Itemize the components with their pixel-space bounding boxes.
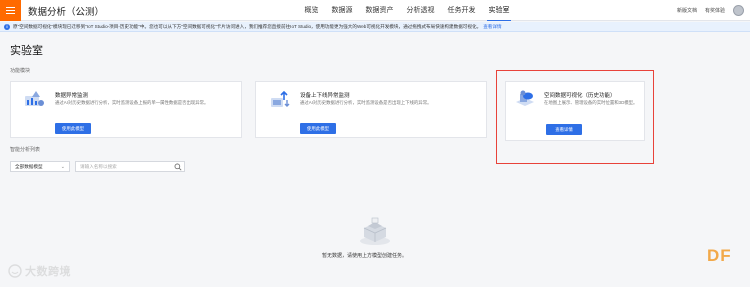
device-status-icon: [271, 90, 290, 107]
card-description: 通过AI对历史数据进行分析，实时监测设备上报的单一属性数据是否出现异常。: [55, 100, 209, 105]
info-icon: i: [4, 23, 10, 30]
nav-analysis-pivot[interactable]: 分析透视: [400, 0, 441, 21]
page-title: 实验室: [10, 45, 43, 57]
analytics-icon: [25, 91, 44, 106]
card-anomaly-detection: 数据异常监测 通过AI对历史数据进行分析，实时监测设备上报的单一属性数据是否出现…: [10, 81, 242, 138]
main-nav: 概览 数据源 数据资产 分析透视 任务开发 实验室: [298, 0, 516, 21]
notice-text: 原"空间数据可视化"模块现已迁移到"IoT Studio-项目-历史功能"中。您…: [13, 23, 482, 29]
app-title: 数据分析（公测）: [28, 7, 105, 18]
nav-data-source[interactable]: 数据源: [325, 0, 359, 21]
nav-data-assets[interactable]: 数据资产: [359, 0, 400, 21]
nav-lab[interactable]: 实验室: [482, 0, 516, 21]
empty-box-icon: [360, 217, 390, 245]
model-filter-select[interactable]: 全部数据模型 ⌄: [10, 161, 70, 172]
watermark-logo-icon: [8, 264, 22, 278]
chevron-down-icon: ⌄: [60, 164, 65, 170]
nav-task-development[interactable]: 任务开发: [441, 0, 482, 21]
notice-banner: i 原"空间数据可视化"模块现已迁移到"IoT Studio-项目-历史功能"中…: [0, 22, 750, 32]
search-box: [75, 161, 185, 172]
watermark-left-text: 大数跨境: [25, 266, 71, 278]
avatar[interactable]: [733, 5, 744, 16]
notice-details-link[interactable]: 查看详情: [483, 24, 501, 30]
empty-state-text: 暂无数据，请使用上方模型创建任务。: [322, 253, 408, 259]
top-bar: 数据分析（公测） 概览 数据源 数据资产 分析透视 任务开发 实验室 新版文档 …: [0, 0, 750, 21]
nav-overview[interactable]: 概览: [298, 0, 325, 21]
card-title: 设备上下线异常监测: [300, 93, 350, 99]
header-actions: 新版文档 有奖体验: [677, 0, 744, 21]
section-feature-label: 功能模块: [10, 68, 31, 74]
search-input[interactable]: [76, 162, 172, 171]
watermark-right: DF: [707, 246, 732, 265]
highlight-box: [496, 70, 654, 164]
card-description: 通过AI对历史数据进行分析，实时监测设备是否出现上下线的异常。: [300, 100, 432, 105]
card-title: 数据异常监测: [55, 93, 89, 99]
use-model-button[interactable]: 使用此模型: [300, 123, 336, 134]
feedback-link[interactable]: 有奖体验: [705, 7, 725, 14]
search-icon[interactable]: [174, 163, 182, 171]
section-tasks-label: 智能分析列表: [10, 147, 41, 153]
menu-icon[interactable]: [0, 0, 21, 21]
select-value: 全部数据模型: [15, 163, 43, 169]
new-docs-link[interactable]: 新版文档: [677, 7, 697, 14]
card-online-offline-detection: 设备上下线异常监测 通过AI对历史数据进行分析，实时监测设备是否出现上下线的异常…: [255, 81, 487, 138]
use-model-button[interactable]: 使用此模型: [55, 123, 91, 134]
watermark-left: 大数跨境: [8, 262, 71, 280]
